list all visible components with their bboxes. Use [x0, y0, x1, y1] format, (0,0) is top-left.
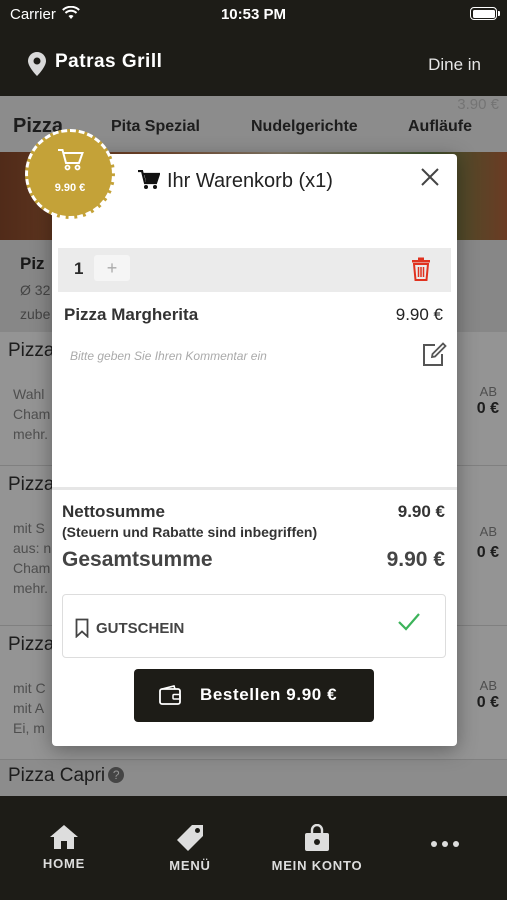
tab-account-label: MEIN KONTO [271, 858, 363, 873]
divider [52, 487, 457, 490]
grand-total-value: 9.90 € [386, 548, 445, 571]
bottom-tab-bar: HOME MENÜ MEIN KONTO [0, 796, 507, 900]
check-icon[interactable] [397, 611, 421, 633]
comment-input[interactable]: Bitte geben Sie Ihren Kommentar ein [70, 349, 267, 363]
bookmark-icon [75, 618, 89, 638]
dine-mode-toggle[interactable]: Dine in [428, 55, 481, 75]
home-icon [50, 825, 78, 849]
cart-badge[interactable]: 9.90 € [25, 129, 115, 219]
clock: 10:53 PM [220, 6, 287, 23]
close-icon[interactable] [419, 166, 441, 188]
cart-icon [58, 149, 84, 171]
bag-icon [305, 824, 329, 851]
battery-icon [470, 7, 500, 20]
cart-title: Ihr Warenkorb (x1) [167, 170, 333, 192]
tax-note: (Steuern und Rabatte sind inbegriffen) [62, 524, 318, 540]
trash-icon[interactable] [411, 257, 431, 281]
status-bar: Carrier 10:53 PM [0, 0, 507, 30]
tab-more[interactable] [428, 840, 462, 854]
tab-menu[interactable]: MENÜ [160, 824, 220, 873]
tab-account[interactable]: MEIN KONTO [268, 824, 366, 873]
edit-icon[interactable] [421, 342, 447, 368]
cart-icon [138, 170, 160, 189]
quantity-value: 1 [74, 259, 84, 278]
tab-home-label: HOME [42, 856, 86, 871]
tag-icon [177, 825, 203, 851]
quantity-row: 1 + [58, 248, 451, 292]
increase-quantity-button[interactable]: + [94, 255, 130, 281]
order-button-label: Bestellen 9.90 € [200, 685, 338, 704]
cart-item-name: Pizza Margherita [64, 305, 199, 324]
location-pin-icon [28, 52, 46, 76]
cart-item-price: 9.90 € [395, 305, 443, 324]
wallet-icon [159, 685, 181, 705]
cart-badge-price: 9.90 € [54, 182, 86, 194]
app-header: Patras Grill Dine in [0, 30, 507, 96]
cart-modal: Ihr Warenkorb (x1) 1 + Pizza Margherita … [52, 154, 457, 746]
more-icon [431, 841, 459, 847]
net-total-label: Nettosumme [62, 502, 165, 521]
voucher-label: GUTSCHEIN [96, 620, 185, 637]
net-total-value: 9.90 € [397, 502, 445, 521]
tab-home[interactable]: HOME [40, 824, 88, 871]
order-button[interactable]: Bestellen 9.90 € [134, 669, 374, 722]
grand-total-label: Gesamtsumme [62, 548, 213, 571]
tab-menu-label: MENÜ [169, 858, 211, 873]
voucher-button[interactable]: GUTSCHEIN [62, 594, 446, 658]
restaurant-name[interactable]: Patras Grill [55, 51, 162, 73]
